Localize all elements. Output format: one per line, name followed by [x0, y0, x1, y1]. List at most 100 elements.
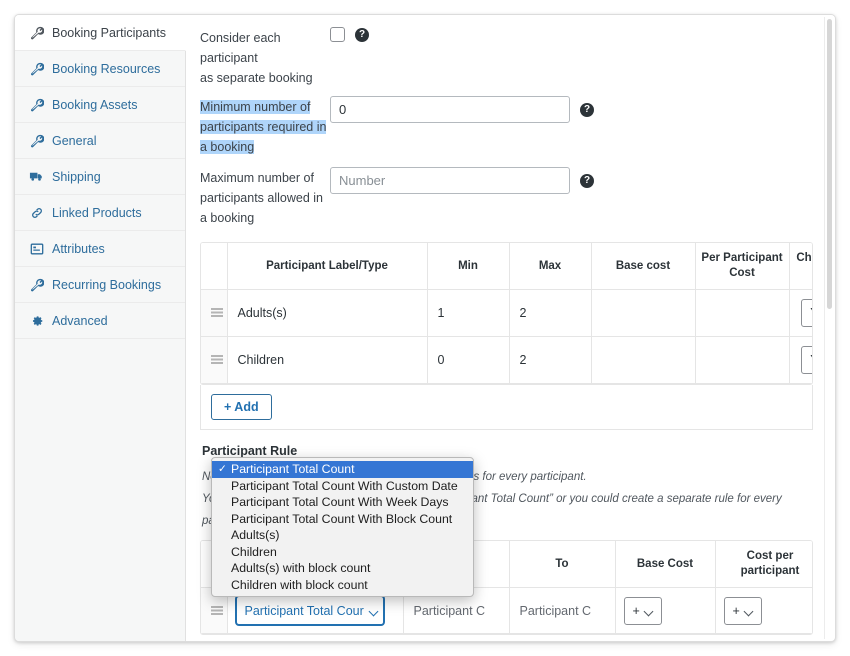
- dropdown-option-label: Participant Total Count With Week Days: [231, 495, 449, 509]
- cell-charge-per-block: Yes: [788, 289, 812, 337]
- dropdown-option-label: Adults(s): [231, 528, 280, 542]
- drag-handle-icon[interactable]: [211, 308, 223, 317]
- check-icon: [218, 560, 231, 577]
- check-icon: [218, 527, 231, 544]
- wrench-icon: [29, 97, 44, 112]
- dropdown-option-label: Participant Total Count With Block Count: [231, 511, 453, 526]
- help-icon[interactable]: ?: [355, 27, 369, 42]
- col-base-cost: Base Cost: [614, 541, 716, 588]
- base-cost-select[interactable]: +: [623, 596, 662, 625]
- col-base-cost: Base cost: [590, 243, 696, 290]
- note-suffix: articipant Total Count” or you could cre…: [440, 493, 782, 505]
- maximum-participants-label: Maximum number of participants allowed i…: [200, 171, 323, 225]
- cell-to: Participant C: [508, 587, 616, 634]
- sidebar-item-booking-assets[interactable]: Booking Assets: [15, 87, 185, 123]
- cost-per-participant-value: +: [732, 603, 740, 618]
- product-data-tabs-sidebar: Booking Participants Booking Resources B…: [15, 15, 186, 641]
- cell-cost-per-participant: +: [714, 587, 812, 634]
- cell-min: 1: [426, 289, 510, 337]
- to-value[interactable]: Participant C: [520, 604, 592, 618]
- dropdown-option-adults-with-block-count[interactable]: Adults(s) with block count: [212, 560, 473, 577]
- sidebar-item-label: Booking Assets: [52, 97, 138, 112]
- participant-types-table: Participant Label/Type Min Max Base cost…: [201, 243, 812, 384]
- drag-handle-cell[interactable]: [201, 336, 228, 384]
- cell-participant-label: Adults(s): [226, 289, 428, 337]
- help-icon[interactable]: ?: [580, 173, 594, 188]
- chevron-down-icon: [745, 608, 753, 613]
- sidebar-item-booking-participants[interactable]: Booking Participants: [15, 15, 186, 51]
- dropdown-option-children-with-block-count[interactable]: Children with block count: [212, 577, 473, 594]
- wrench-icon: [29, 25, 44, 40]
- gear-icon: [29, 313, 44, 328]
- chevron-down-icon: [645, 608, 653, 613]
- truck-icon: [29, 169, 44, 184]
- dropdown-option-participant-total-count-with-week-days[interactable]: Participant Total Count With Week Days: [212, 494, 473, 511]
- sidebar-item-linked-products[interactable]: Linked Products: [15, 195, 185, 231]
- check-icon: [218, 511, 231, 528]
- participant-rule-title: Participant Rule: [202, 444, 298, 458]
- dropdown-option-participant-total-count-with-block-count[interactable]: Participant Total Count With Block Count: [212, 511, 473, 528]
- dropdown-option-participant-total-count-with-custom-date[interactable]: Participant Total Count With Custom Date: [212, 478, 473, 495]
- sidebar-item-label: Recurring Bookings: [52, 277, 162, 292]
- scrollbar-thumb[interactable]: [827, 19, 832, 309]
- rule-type-dropdown-menu[interactable]: ✓ Participant Total Count Participant To…: [211, 457, 474, 597]
- col-charge-per-block: Charge Per Block: [788, 243, 812, 290]
- minimum-participants-field: Minimum number of participants required …: [200, 96, 813, 157]
- drag-handle-cell[interactable]: [201, 289, 228, 337]
- charge-per-block-select[interactable]: Yes: [801, 346, 812, 374]
- separate-booking-field: Consider each participant as separate bo…: [200, 27, 813, 88]
- table-row: Children 0 2 Yes x: [201, 336, 812, 384]
- drag-handle-icon[interactable]: [211, 605, 223, 615]
- maximum-participants-input[interactable]: [330, 167, 570, 194]
- screenshot-root: Booking Participants Booking Resources B…: [0, 0, 850, 656]
- table-header-row: Participant Label/Type Min Max Base cost…: [201, 243, 812, 290]
- maximum-participants-field: Maximum number of participants allowed i…: [200, 167, 813, 228]
- sidebar-item-attributes[interactable]: Attributes: [15, 231, 185, 267]
- separate-booking-checkbox[interactable]: [330, 27, 345, 42]
- add-button[interactable]: + Add: [211, 394, 272, 420]
- dropdown-option-adults[interactable]: Adults(s): [212, 527, 473, 544]
- sidebar-item-label: General: [52, 133, 97, 148]
- base-cost-value: +: [632, 603, 640, 618]
- from-value[interactable]: Participant C: [414, 604, 486, 618]
- wrench-icon: [29, 133, 44, 148]
- rule-type-select[interactable]: Participant Total Cour: [235, 596, 384, 625]
- col-max: Max: [508, 243, 592, 290]
- help-icon[interactable]: ?: [580, 102, 594, 117]
- separate-booking-label: Consider each participant as separate bo…: [200, 27, 330, 88]
- col-participant-label-type: Participant Label/Type: [226, 243, 428, 290]
- sidebar-item-label: Booking Participants: [52, 25, 166, 40]
- sidebar-item-advanced[interactable]: Advanced: [15, 303, 185, 339]
- cell-participant-label: Children: [226, 336, 428, 384]
- wrench-icon: [29, 61, 44, 76]
- minimum-participants-input[interactable]: [330, 96, 570, 123]
- sidebar-item-recurring-bookings[interactable]: Recurring Bookings: [15, 267, 185, 303]
- sidebar-item-label: Booking Resources: [52, 61, 161, 76]
- charge-per-block-select[interactable]: Yes: [801, 299, 812, 327]
- sidebar-item-label: Linked Products: [52, 205, 142, 220]
- wrench-icon: [29, 277, 44, 292]
- dropdown-option-participant-total-count[interactable]: ✓ Participant Total Count: [212, 461, 473, 478]
- check-icon: [218, 577, 231, 594]
- sidebar-item-shipping[interactable]: Shipping: [15, 159, 185, 195]
- chevron-down-icon: [370, 608, 375, 613]
- col-to: To: [508, 541, 616, 588]
- dropdown-option-label: Participant Total Count: [231, 462, 355, 476]
- drag-handle-icon[interactable]: [211, 355, 223, 364]
- sidebar-item-general[interactable]: General: [15, 123, 185, 159]
- cell-base-cost: [590, 336, 696, 384]
- sidebar-item-label: Advanced: [52, 313, 108, 328]
- rule-type-value: Participant Total Cour: [244, 603, 364, 618]
- vertical-scrollbar[interactable]: [824, 17, 833, 639]
- dropdown-option-label: Children with block count: [231, 577, 368, 592]
- sidebar-item-label: Attributes: [52, 241, 105, 256]
- dropdown-option-children[interactable]: Children: [212, 544, 473, 561]
- sidebar-item-booking-resources[interactable]: Booking Resources: [15, 51, 185, 87]
- table-row: Adults(s) 1 2 Yes: [201, 289, 812, 337]
- add-participant-row-bar: + Add: [200, 385, 813, 430]
- separate-booking-label-line1: Consider each participant: [200, 31, 281, 65]
- cost-per-participant-select[interactable]: +: [723, 596, 762, 625]
- charge-per-block-value: Yes: [810, 353, 812, 367]
- link-icon: [29, 205, 44, 220]
- cell-base-cost: [590, 289, 696, 337]
